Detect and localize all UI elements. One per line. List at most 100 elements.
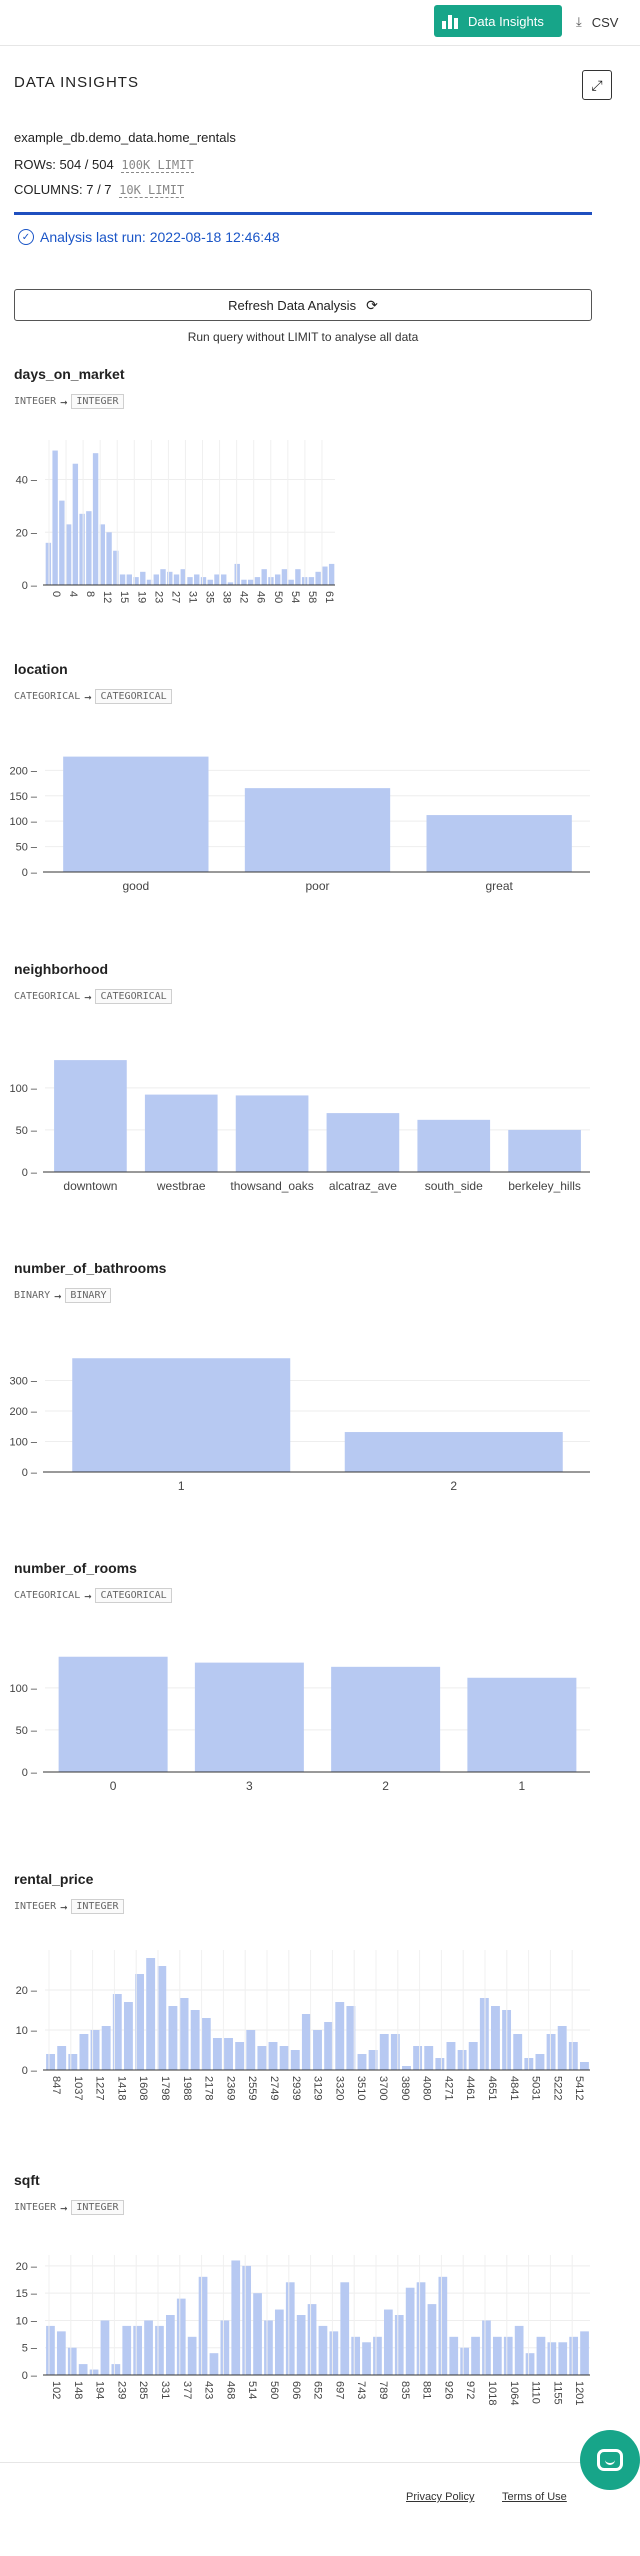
x-tick-label: south_side xyxy=(425,1179,483,1193)
x-tick-label: 102 xyxy=(50,2381,62,2399)
bar xyxy=(492,2336,502,2375)
x-tick-label: 3 xyxy=(246,1779,253,1793)
bar xyxy=(194,1662,304,1772)
bar xyxy=(65,524,72,585)
arrow-right-icon: → xyxy=(54,1288,62,1303)
bar xyxy=(322,566,328,585)
bar xyxy=(357,2054,367,2070)
target-type-badge[interactable]: INTEGER xyxy=(71,394,124,409)
expand-button[interactable]: ⤢ xyxy=(582,70,612,100)
x-tick-label: 789 xyxy=(377,2381,389,2399)
bar xyxy=(324,2022,334,2070)
x-tick-label: 2 xyxy=(450,1479,457,1493)
csv-download-button[interactable]: ⤓ CSV xyxy=(576,10,618,34)
y-tick-label: 20 – xyxy=(16,527,38,539)
y-tick-label: 15 – xyxy=(16,2288,38,2300)
chat-launcher-button[interactable] xyxy=(580,2430,640,2490)
y-tick-label: 300 – xyxy=(9,1376,37,1388)
bar xyxy=(413,2046,423,2070)
y-tick-label: 0 – xyxy=(22,1467,38,1479)
bar xyxy=(295,569,301,585)
bar xyxy=(296,2315,306,2375)
bar xyxy=(558,2342,568,2375)
y-tick-label: 10 – xyxy=(16,2025,38,2037)
bar xyxy=(328,563,335,585)
column-title: rental_price xyxy=(14,1871,94,1887)
bar xyxy=(46,2054,56,2070)
bar xyxy=(242,2265,252,2375)
column-title: sqft xyxy=(14,2172,40,2188)
bar xyxy=(569,2336,579,2375)
privacy-policy-link[interactable]: Privacy Policy xyxy=(406,2491,474,2503)
x-tick-label: 697 xyxy=(333,2381,345,2399)
y-tick-label: 20 – xyxy=(16,2261,38,2273)
bar xyxy=(100,2320,110,2375)
refresh-analysis-button[interactable]: Refresh Data Analysis ⟳ xyxy=(14,289,592,321)
bar xyxy=(536,2336,546,2375)
data-insights-button[interactable]: Data Insights xyxy=(434,5,562,37)
bar xyxy=(248,579,254,585)
bar xyxy=(246,2030,256,2070)
target-type-badge[interactable]: CATEGORICAL xyxy=(95,689,172,704)
bar xyxy=(101,2026,111,2070)
bar xyxy=(133,2325,143,2375)
bar xyxy=(274,574,281,585)
bar xyxy=(63,756,209,872)
column-type-conversion: INTEGER → INTEGER xyxy=(14,1899,124,1914)
terms-of-use-link[interactable]: Terms of Use xyxy=(502,2491,567,2503)
target-type-badge[interactable]: INTEGER xyxy=(71,1899,124,1914)
divider xyxy=(14,212,592,215)
x-tick-label: 42 xyxy=(238,591,250,603)
bar xyxy=(209,2353,219,2375)
rows-limit-link[interactable]: 100K LIMIT xyxy=(121,158,194,173)
bar xyxy=(90,2030,100,2070)
arrow-right-icon: → xyxy=(84,689,92,704)
x-tick-label: 61 xyxy=(323,591,335,603)
x-tick-label: 8 xyxy=(84,591,96,597)
target-type-badge[interactable]: INTEGER xyxy=(71,2200,124,2215)
column-type-conversion: INTEGER → INTEGER xyxy=(14,2200,124,2215)
source-type: CATEGORICAL xyxy=(14,691,81,702)
target-type-badge[interactable]: CATEGORICAL xyxy=(95,989,172,1004)
bar xyxy=(79,513,85,585)
x-tick-label: 194 xyxy=(94,2381,106,2399)
x-tick-label: 3320 xyxy=(333,2076,345,2100)
refresh-label: Refresh Data Analysis xyxy=(228,297,357,313)
bar xyxy=(144,2320,153,2375)
bar xyxy=(362,2342,371,2375)
x-tick-label: 423 xyxy=(203,2381,215,2399)
source-type: BINARY xyxy=(14,1290,51,1301)
bar xyxy=(424,2046,434,2070)
bar xyxy=(344,1432,563,1472)
x-tick-label: 2 xyxy=(382,1779,389,1793)
bar xyxy=(274,2309,284,2375)
column-title: neighborhood xyxy=(14,961,109,977)
limit-hint: Run query without LIMIT to analyse all d… xyxy=(187,330,419,344)
columns-limit-link[interactable]: 10K LIMIT xyxy=(119,183,185,198)
bar xyxy=(568,2042,578,2070)
bar xyxy=(167,571,173,585)
bar xyxy=(318,2325,328,2375)
target-type-badge[interactable]: BINARY xyxy=(65,1288,112,1303)
x-tick-label: 4 xyxy=(67,591,79,597)
bar xyxy=(220,2320,230,2375)
y-tick-label: 0 – xyxy=(22,867,38,879)
last-run-text: Analysis last run: 2022-08-18 12:46:48 xyxy=(40,229,280,245)
x-tick-label: 377 xyxy=(181,2381,193,2399)
x-tick-label: 2559 xyxy=(246,2076,258,2100)
bar xyxy=(72,463,79,585)
target-type-badge[interactable]: CATEGORICAL xyxy=(95,1588,172,1603)
bar xyxy=(326,1113,400,1172)
bar xyxy=(176,2298,186,2375)
x-tick-label: 1 xyxy=(519,1779,526,1793)
bar xyxy=(435,2058,445,2070)
x-tick-label: 3700 xyxy=(377,2076,389,2100)
bar xyxy=(224,2038,233,2070)
source-type: CATEGORICAL xyxy=(14,1590,81,1601)
x-tick-label: good xyxy=(122,879,149,893)
x-tick-label: 5412 xyxy=(573,2076,585,2100)
bar xyxy=(467,1677,577,1772)
x-tick-label: 54 xyxy=(289,591,301,603)
bar xyxy=(313,2030,322,2070)
bar xyxy=(157,1966,167,2070)
